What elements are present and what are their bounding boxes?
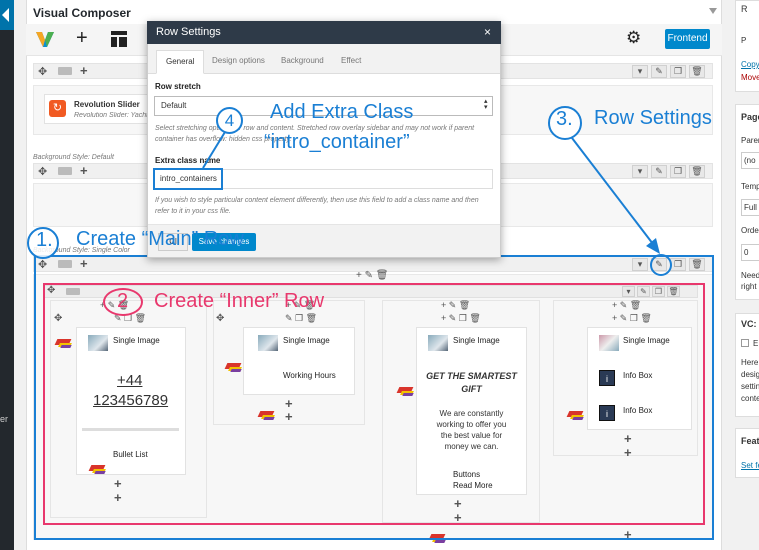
step-3-text: Row Settings bbox=[594, 107, 712, 129]
sidebar-copy-link[interactable]: Copy bbox=[741, 60, 759, 69]
row-stretch-label: Row stretch bbox=[155, 82, 201, 91]
step-3-arrow bbox=[571, 137, 660, 254]
parent-label: Paren bbox=[741, 136, 759, 145]
vc-settings-title: VC: C bbox=[741, 319, 759, 329]
select-arrows-icon: ▴ ▾ bbox=[484, 98, 488, 111]
row-drag-icon[interactable]: ✥ bbox=[38, 65, 47, 78]
row-drag-icon[interactable]: ✥ bbox=[38, 165, 47, 178]
step-2-text: Create “Inner” Row bbox=[154, 290, 325, 312]
step-3-target-circle bbox=[650, 254, 672, 276]
modal-title: Row Settings bbox=[147, 21, 501, 44]
vc-help-4: conte bbox=[741, 394, 759, 403]
sidebar-move-trash[interactable]: Move bbox=[741, 73, 759, 82]
step-4-text-line2: “intro_container” bbox=[264, 131, 410, 153]
step-1-number: 1. bbox=[36, 229, 53, 251]
page-attributes-title: Page bbox=[741, 112, 759, 122]
settings-gear-icon[interactable]: ⚙ bbox=[626, 28, 641, 48]
help-text-1: Need bbox=[741, 271, 759, 280]
revolution-slider-title: Revolution Slider bbox=[74, 100, 140, 109]
tab-effect[interactable]: Effect bbox=[332, 50, 370, 74]
parent-select[interactable]: (no bbox=[741, 152, 759, 169]
panel-toggle-icon[interactable] bbox=[709, 8, 717, 14]
admin-menu-strip: er bbox=[0, 0, 14, 550]
step-1-text: Create “Main” Row bbox=[76, 228, 244, 250]
admin-menu-text: er bbox=[0, 414, 9, 424]
set-featured-image-link[interactable]: Set fe bbox=[741, 461, 759, 470]
tab-background[interactable]: Background bbox=[272, 50, 333, 74]
order-input[interactable]: 0 bbox=[741, 244, 759, 261]
templates-icon[interactable] bbox=[111, 31, 127, 47]
template-select[interactable]: Full bbox=[741, 199, 759, 216]
row-delete-icon[interactable]: 🗑 bbox=[689, 165, 705, 178]
vc-checkbox-label: E bbox=[753, 339, 759, 348]
order-label: Orde bbox=[741, 226, 759, 235]
step-3-number: 3. bbox=[556, 108, 573, 130]
row-add-icon[interactable]: + bbox=[80, 163, 88, 178]
vc-help-2: desig bbox=[741, 370, 759, 379]
row-add-icon[interactable]: + bbox=[80, 63, 88, 78]
vc-checkbox[interactable] bbox=[741, 339, 749, 347]
row-edit-icon[interactable]: ✎ bbox=[651, 65, 667, 78]
inner-row-highlight bbox=[43, 283, 705, 525]
row-layout-icon[interactable] bbox=[58, 67, 72, 75]
featured-image-title: Featu bbox=[741, 436, 759, 446]
help-text-2: right bbox=[741, 282, 757, 291]
panel-title: Visual Composer bbox=[33, 6, 131, 20]
row-layout-icon[interactable] bbox=[58, 167, 72, 175]
sidebar-revisions[interactable]: R bbox=[741, 4, 748, 14]
vc-help-1: Here bbox=[741, 358, 759, 367]
step-2-number: 2 bbox=[117, 290, 129, 312]
add-element-icon[interactable]: + bbox=[76, 27, 88, 50]
admin-menu-active[interactable] bbox=[0, 0, 14, 30]
frontend-button[interactable]: Frontend bbox=[665, 29, 710, 49]
row-toggle-icon[interactable]: ▾ bbox=[632, 65, 648, 78]
vc-logo-icon[interactable] bbox=[36, 30, 54, 48]
step-4-arrow bbox=[202, 131, 226, 169]
background-style-default: Background Style: Default bbox=[33, 154, 114, 161]
row-clone-icon[interactable]: ❐ bbox=[670, 65, 686, 78]
modal-close-icon[interactable]: × bbox=[484, 25, 491, 39]
template-label: Temp bbox=[741, 182, 759, 191]
extra-class-help: If you wish to style particular content … bbox=[155, 197, 479, 215]
row-clone-icon[interactable]: ❐ bbox=[670, 165, 686, 178]
row-delete-icon[interactable]: 🗑 bbox=[689, 65, 705, 78]
tab-design-options[interactable]: Design options bbox=[203, 50, 274, 74]
revolution-slider-icon: ↻ bbox=[49, 100, 66, 117]
tab-general[interactable]: General bbox=[156, 50, 205, 74]
collapse-arrow-icon[interactable] bbox=[2, 8, 9, 22]
row-1-controls: ▾ ✎ ❐ 🗑 bbox=[632, 65, 705, 78]
step-4-text-line1: Add Extra Class bbox=[270, 101, 414, 123]
sidebar-publish-date: P bbox=[741, 36, 747, 45]
vc-help-3: settin bbox=[741, 382, 759, 391]
